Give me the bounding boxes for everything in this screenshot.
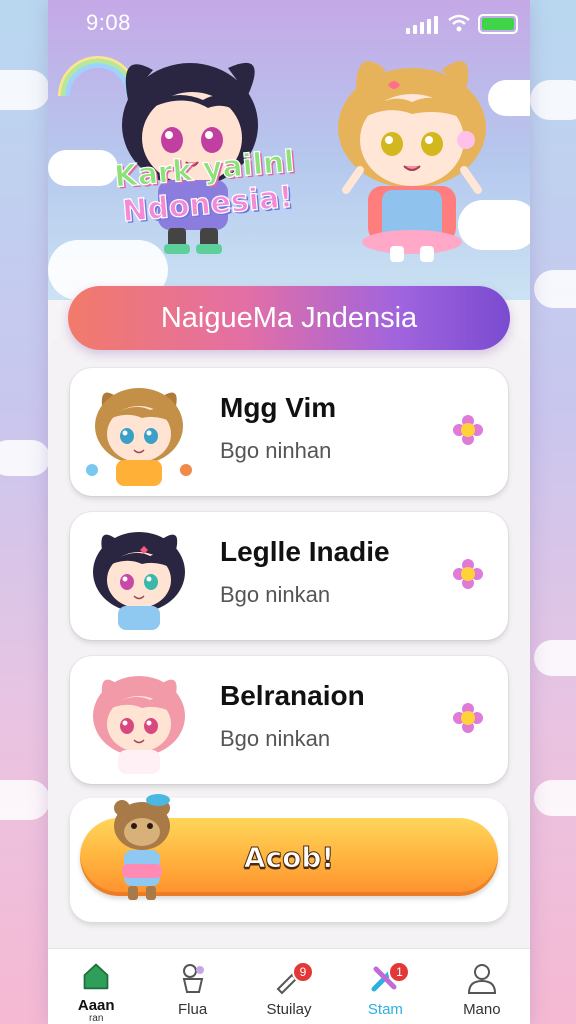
card-name: Belranaion — [220, 680, 365, 711]
title-banner: NaigueMa Jndensia — [68, 286, 510, 350]
nav-item-mano[interactable]: Mano — [434, 949, 530, 1024]
bottom-nav: Aaan ran Flua 9 Stuilay 1 Stam Mano — [48, 948, 530, 1024]
signal-icon — [406, 16, 438, 34]
card-subtitle: Bgo ninkan — [220, 582, 331, 607]
wifi-icon — [448, 14, 470, 32]
hero-character-right — [338, 61, 486, 262]
avatar — [93, 676, 185, 774]
battery-icon — [478, 14, 518, 34]
flower-pot-icon — [182, 964, 204, 993]
nav-item-stuilay[interactable]: 9 Stuilay — [241, 949, 337, 1024]
nav-badge: 9 — [292, 961, 315, 983]
card-name: Mgg Vim — [220, 392, 337, 423]
card-subtitle: Bgo ninhan — [220, 438, 332, 463]
list-item[interactable]: Mgg Vim Bgo ninhan — [70, 368, 508, 496]
action-card: Acob! — [70, 794, 508, 922]
avatar — [93, 532, 185, 630]
nav-label: Mano — [463, 1001, 501, 1018]
flower-badge-icon[interactable] — [452, 702, 484, 734]
flower-badge-icon[interactable] — [452, 558, 484, 590]
star-tools-icon: 1 — [368, 961, 411, 995]
card-subtitle: Bgo ninkan — [220, 726, 331, 751]
profile-icon — [467, 964, 496, 994]
nav-label: Stuilay — [266, 1001, 312, 1018]
nav-sub-label: ran — [88, 1013, 104, 1024]
nav-label: Aaan — [77, 997, 115, 1014]
nav-item-stam[interactable]: 1 Stam — [337, 949, 433, 1024]
flower-badge-icon[interactable] — [452, 414, 484, 446]
nav-label: Stam — [367, 1001, 403, 1018]
mascot-character — [114, 794, 170, 900]
brush-icon: 9 — [272, 961, 315, 995]
nav-badge: 1 — [388, 961, 411, 983]
nav-label: Flua — [178, 1001, 208, 1018]
home-icon — [83, 963, 109, 990]
nav-item-flua[interactable]: Flua — [144, 949, 240, 1024]
nav-item-home[interactable]: Aaan ran — [48, 949, 144, 1024]
list-item[interactable]: Belranaion Bgo ninkan — [70, 656, 508, 784]
list-item[interactable]: Leglle Inadie Bgo ninkan — [70, 512, 508, 640]
hero-header: 9:08 Kark yailnl Ndonesia! — [48, 0, 530, 300]
action-button-label: Acob! — [243, 840, 335, 874]
phone-screen: 9:08 Kark yailnl Ndonesia! NaigueMa Jnde… — [48, 0, 530, 1024]
card-name: Leglle Inadie — [220, 536, 390, 567]
avatar — [86, 388, 192, 486]
